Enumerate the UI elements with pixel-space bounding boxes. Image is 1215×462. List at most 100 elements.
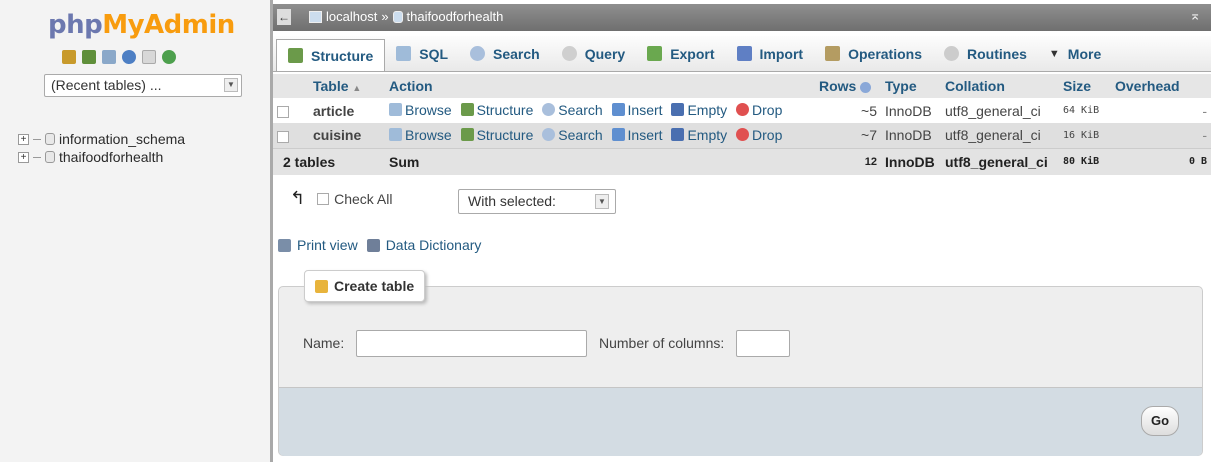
printer-icon — [278, 238, 291, 252]
empty-action[interactable]: Empty — [671, 102, 727, 118]
summary-row: 2 tables Sum 12 InnoDB utf8_general_ci 8… — [273, 147, 1211, 175]
expand-icon[interactable]: + — [18, 133, 29, 145]
back-arrow-icon[interactable]: ← — [277, 9, 291, 25]
row-checkbox[interactable] — [277, 105, 289, 118]
check-all-checkbox[interactable] — [317, 192, 330, 205]
tab-export[interactable]: Export — [636, 36, 725, 71]
tab-sql[interactable]: SQL — [385, 36, 459, 71]
search-action[interactable]: Search — [542, 102, 603, 118]
tab-routines[interactable]: Routines — [933, 36, 1038, 71]
structure-icon — [460, 103, 474, 117]
drop-action[interactable]: Drop — [736, 127, 782, 143]
docs-icon[interactable] — [142, 50, 156, 64]
home-icon[interactable] — [62, 50, 76, 64]
engine-type: InnoDB — [881, 123, 941, 148]
tables-list: Table ▲ Action Rows Type Collation Size … — [273, 74, 1211, 175]
tab-structure[interactable]: Structure — [276, 39, 386, 71]
empty-action[interactable]: Empty — [671, 127, 727, 143]
search-icon — [542, 103, 556, 117]
row-checkbox-cell — [273, 98, 309, 123]
create-table-footer — [279, 387, 1202, 456]
header-type[interactable]: Type — [881, 74, 941, 98]
browse-action[interactable]: Browse — [389, 102, 452, 118]
tab-search[interactable]: Search — [459, 36, 551, 71]
drop-action[interactable]: Drop — [736, 102, 782, 118]
database-icon[interactable] — [82, 50, 96, 64]
row-actions: Browse Structure Search Insert Empty Dro… — [385, 123, 815, 148]
recent-tables-select[interactable]: (Recent tables) ... ▼ — [44, 74, 242, 97]
help-icon[interactable] — [860, 81, 872, 93]
row-checkbox[interactable] — [277, 130, 289, 143]
breadcrumb-database[interactable]: thaifoodforhealth — [407, 9, 504, 24]
insert-action[interactable]: Insert — [611, 127, 663, 143]
table-count: 2 tables — [273, 147, 385, 175]
sum-overhead: 0 B — [1111, 147, 1211, 175]
row-actions: Browse Structure Search Insert Empty Dro… — [385, 98, 815, 123]
header-table[interactable]: Table ▲ — [309, 74, 385, 98]
create-table-legend: Create table — [304, 270, 426, 302]
help-icon[interactable] — [122, 50, 136, 64]
breadcrumb: localhost » thaifoodforhealth — [309, 9, 503, 24]
phpmyadmin-logo[interactable]: phpMyAdmin — [48, 10, 235, 40]
collapse-icon[interactable]: ⌅ — [1189, 7, 1201, 24]
empty-icon — [671, 128, 685, 141]
drop-icon — [736, 103, 750, 117]
tab-label: SQL — [419, 45, 449, 62]
breadcrumb-server[interactable]: localhost — [326, 9, 377, 24]
tab-operations[interactable]: Operations — [814, 36, 933, 71]
name-label: Name: — [303, 335, 345, 351]
sql-icon[interactable] — [102, 50, 116, 64]
quick-icons — [62, 50, 176, 64]
tab-query[interactable]: Query — [551, 36, 636, 71]
check-all-label[interactable]: Check All — [334, 191, 392, 207]
expand-icon[interactable]: + — [18, 151, 29, 163]
tab-label: More — [1067, 45, 1102, 62]
db-name[interactable]: information_schema — [59, 131, 185, 147]
create-table-title: Create table — [334, 278, 415, 294]
db-item-thaifoodforhealth[interactable]: + thaifoodforhealth — [18, 149, 163, 165]
data-dictionary-link[interactable]: Data Dictionary — [386, 237, 482, 253]
tree-connector — [33, 156, 41, 158]
table-name-link[interactable]: cuisine — [309, 123, 385, 148]
table-name-link[interactable]: article — [309, 98, 385, 123]
browse-icon — [389, 128, 402, 141]
go-button[interactable]: Go — [1141, 406, 1179, 436]
search-action[interactable]: Search — [542, 127, 603, 143]
wrench-icon — [825, 46, 841, 61]
overhead: - — [1111, 98, 1211, 123]
header-size[interactable]: Size — [1059, 74, 1111, 98]
recent-tables-value: (Recent tables) ... — [51, 77, 162, 93]
row-checkbox-cell — [273, 123, 309, 148]
navigation-panel: phpMyAdmin (Recent tables) ... ▼ + infor… — [0, 0, 270, 462]
with-selected-select[interactable]: With selected: ▼ — [458, 189, 616, 214]
tab-label: Structure — [311, 47, 374, 64]
db-name[interactable]: thaifoodforhealth — [59, 149, 163, 165]
header-overhead[interactable]: Overhead — [1111, 74, 1211, 98]
table-size[interactable]: 64 KiB — [1059, 98, 1111, 123]
table-row: article Browse Structure Search Insert E… — [273, 98, 1211, 123]
header-collation[interactable]: Collation — [941, 74, 1059, 98]
import-icon — [736, 46, 752, 61]
browse-action[interactable]: Browse — [389, 127, 452, 143]
reload-icon[interactable] — [162, 50, 176, 64]
num-columns-input[interactable] — [736, 330, 790, 357]
tab-import[interactable]: Import — [726, 36, 815, 71]
search-icon — [470, 46, 486, 61]
header-rows[interactable]: Rows — [815, 74, 881, 98]
tab-more[interactable]: ▼ More — [1038, 36, 1112, 71]
print-view-link[interactable]: Print view — [297, 237, 358, 253]
db-item-information-schema[interactable]: + information_schema — [18, 131, 185, 147]
sql-icon — [396, 46, 412, 61]
breadcrumb-bar: ← localhost » thaifoodforhealth ⌅ — [273, 4, 1211, 31]
structure-action[interactable]: Structure — [460, 102, 533, 118]
header-action: Action — [385, 74, 815, 98]
insert-action[interactable]: Insert — [611, 102, 663, 118]
structure-icon — [460, 128, 474, 141]
tab-label: Search — [493, 45, 540, 62]
structure-action[interactable]: Structure — [460, 127, 533, 143]
tab-bar: Structure SQL Search Query Export Import… — [273, 36, 1211, 72]
overhead: - — [1111, 123, 1211, 148]
table-name-input[interactable] — [356, 330, 587, 357]
search-icon — [542, 128, 556, 141]
table-size[interactable]: 16 KiB — [1059, 123, 1111, 148]
